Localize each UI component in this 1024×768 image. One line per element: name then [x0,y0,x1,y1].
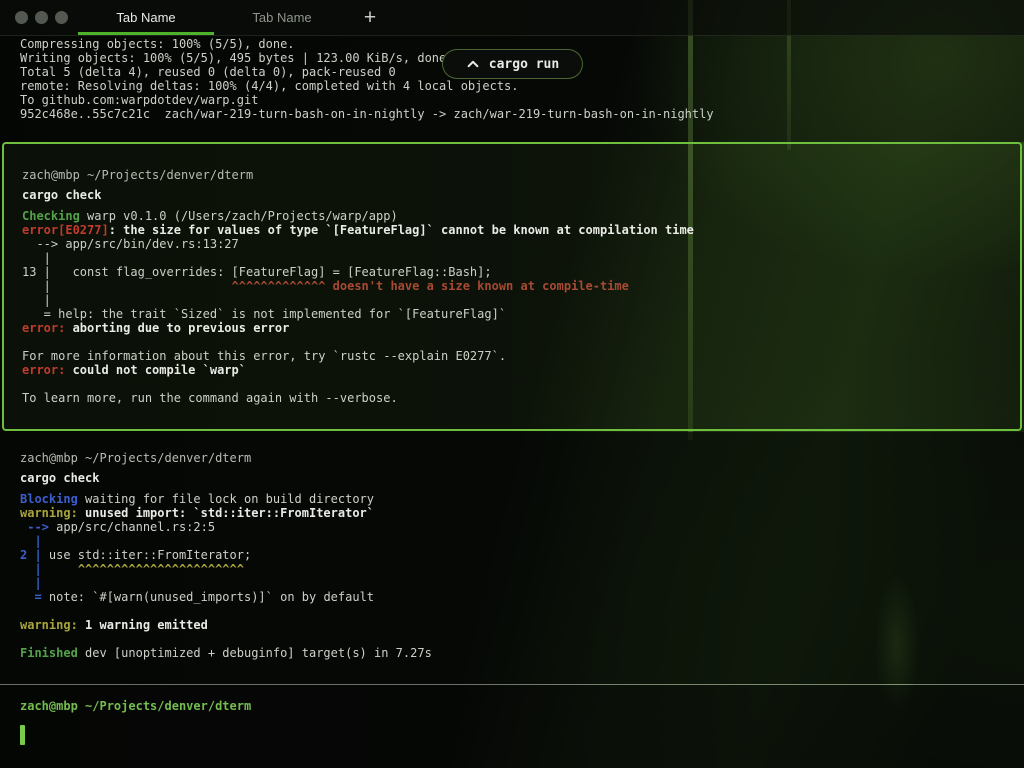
terminal-line: error[E0277]: the size for values of typ… [22,223,1002,237]
tab-label: Tab Name [116,10,175,25]
new-tab-button[interactable]: + [350,0,390,35]
command-block[interactable]: zach@mbp ~/Projects/denver/dterm cargo c… [0,432,1024,684]
command-block-selected[interactable]: zach@mbp ~/Projects/denver/dterm cargo c… [2,142,1022,431]
traffic-lights [0,0,78,35]
terminal-line: Checking warp v0.1.0 (/Users/zach/Projec… [22,209,1002,223]
terminal-line: Blocking waiting for file lock on build … [20,492,1004,506]
terminal-line: --> app/src/bin/dev.rs:13:27 [22,237,1002,251]
terminal-line: = note: `#[warn(unused_imports)]` on by … [20,590,1004,604]
terminal-line: remote: Resolving deltas: 100% (4/4), co… [20,79,1004,93]
command: cargo check [20,471,1004,485]
terminal-line [20,632,1004,646]
terminal-window: Tab Name Tab Name + Compressing objects:… [0,0,1024,768]
terminal-line: error: could not compile `warp` [22,363,1002,377]
terminal-line: | [20,534,1004,548]
pill-label: cargo run [489,58,559,71]
terminal-line [22,377,1002,391]
terminal-line: 13 | const flag_overrides: [FeatureFlag]… [22,265,1002,279]
close-window-button[interactable] [15,11,28,24]
terminal-line: | ^^^^^^^^^^^^^^^^^^^^^^^ [20,562,1004,576]
chevron-up-icon [466,57,480,71]
terminal-line: To github.com:warpdotdev/warp.git [20,93,1004,107]
terminal-line: warning: 1 warning emitted [20,618,1004,632]
zoom-window-button[interactable] [55,11,68,24]
terminal-line: error: aborting due to previous error [22,321,1002,335]
active-tab-underline [78,32,214,35]
terminal-line: 2 | use std::iter::FromIterator; [20,548,1004,562]
terminal-line: To learn more, run the command again wit… [22,391,1002,405]
terminal-line: Finished dev [unoptimized + debuginfo] t… [20,646,1004,660]
command-output: Checking warp v0.1.0 (/Users/zach/Projec… [22,209,1002,405]
plus-icon: + [364,6,376,30]
tab-inactive[interactable]: Tab Name [214,0,350,35]
terminal-line: | [20,576,1004,590]
tab-active[interactable]: Tab Name [78,0,214,35]
command: cargo check [22,188,1002,202]
input-block[interactable]: zach@mbp ~/Projects/denver/dterm [0,685,1024,768]
prompt: zach@mbp ~/Projects/denver/dterm [20,699,1004,713]
cargo-run-pill-button[interactable]: cargo run [442,49,583,79]
terminal-line [20,604,1004,618]
minimize-window-button[interactable] [35,11,48,24]
prompt: zach@mbp ~/Projects/denver/dterm [20,451,1004,465]
terminal-line: --> app/src/channel.rs:2:5 [20,520,1004,534]
tab-label: Tab Name [252,10,311,25]
terminal-line: 952c468e..55c7c21c zach/war-219-turn-bas… [20,107,1004,121]
terminal-line: For more information about this error, t… [22,349,1002,363]
terminal-line: | [22,251,1002,265]
titlebar: Tab Name Tab Name + [0,0,1024,36]
terminal-line [22,335,1002,349]
terminal-line: = help: the trait `Sized` is not impleme… [22,307,1002,321]
prompt: zach@mbp ~/Projects/denver/dterm [22,168,1002,182]
text-cursor [20,725,25,745]
terminal-line: | ^^^^^^^^^^^^^ doesn't have a size know… [22,279,1002,293]
command-output: Blocking waiting for file lock on build … [20,492,1004,660]
terminal-line: warning: unused import: `std::iter::From… [20,506,1004,520]
terminal-line: | [22,293,1002,307]
